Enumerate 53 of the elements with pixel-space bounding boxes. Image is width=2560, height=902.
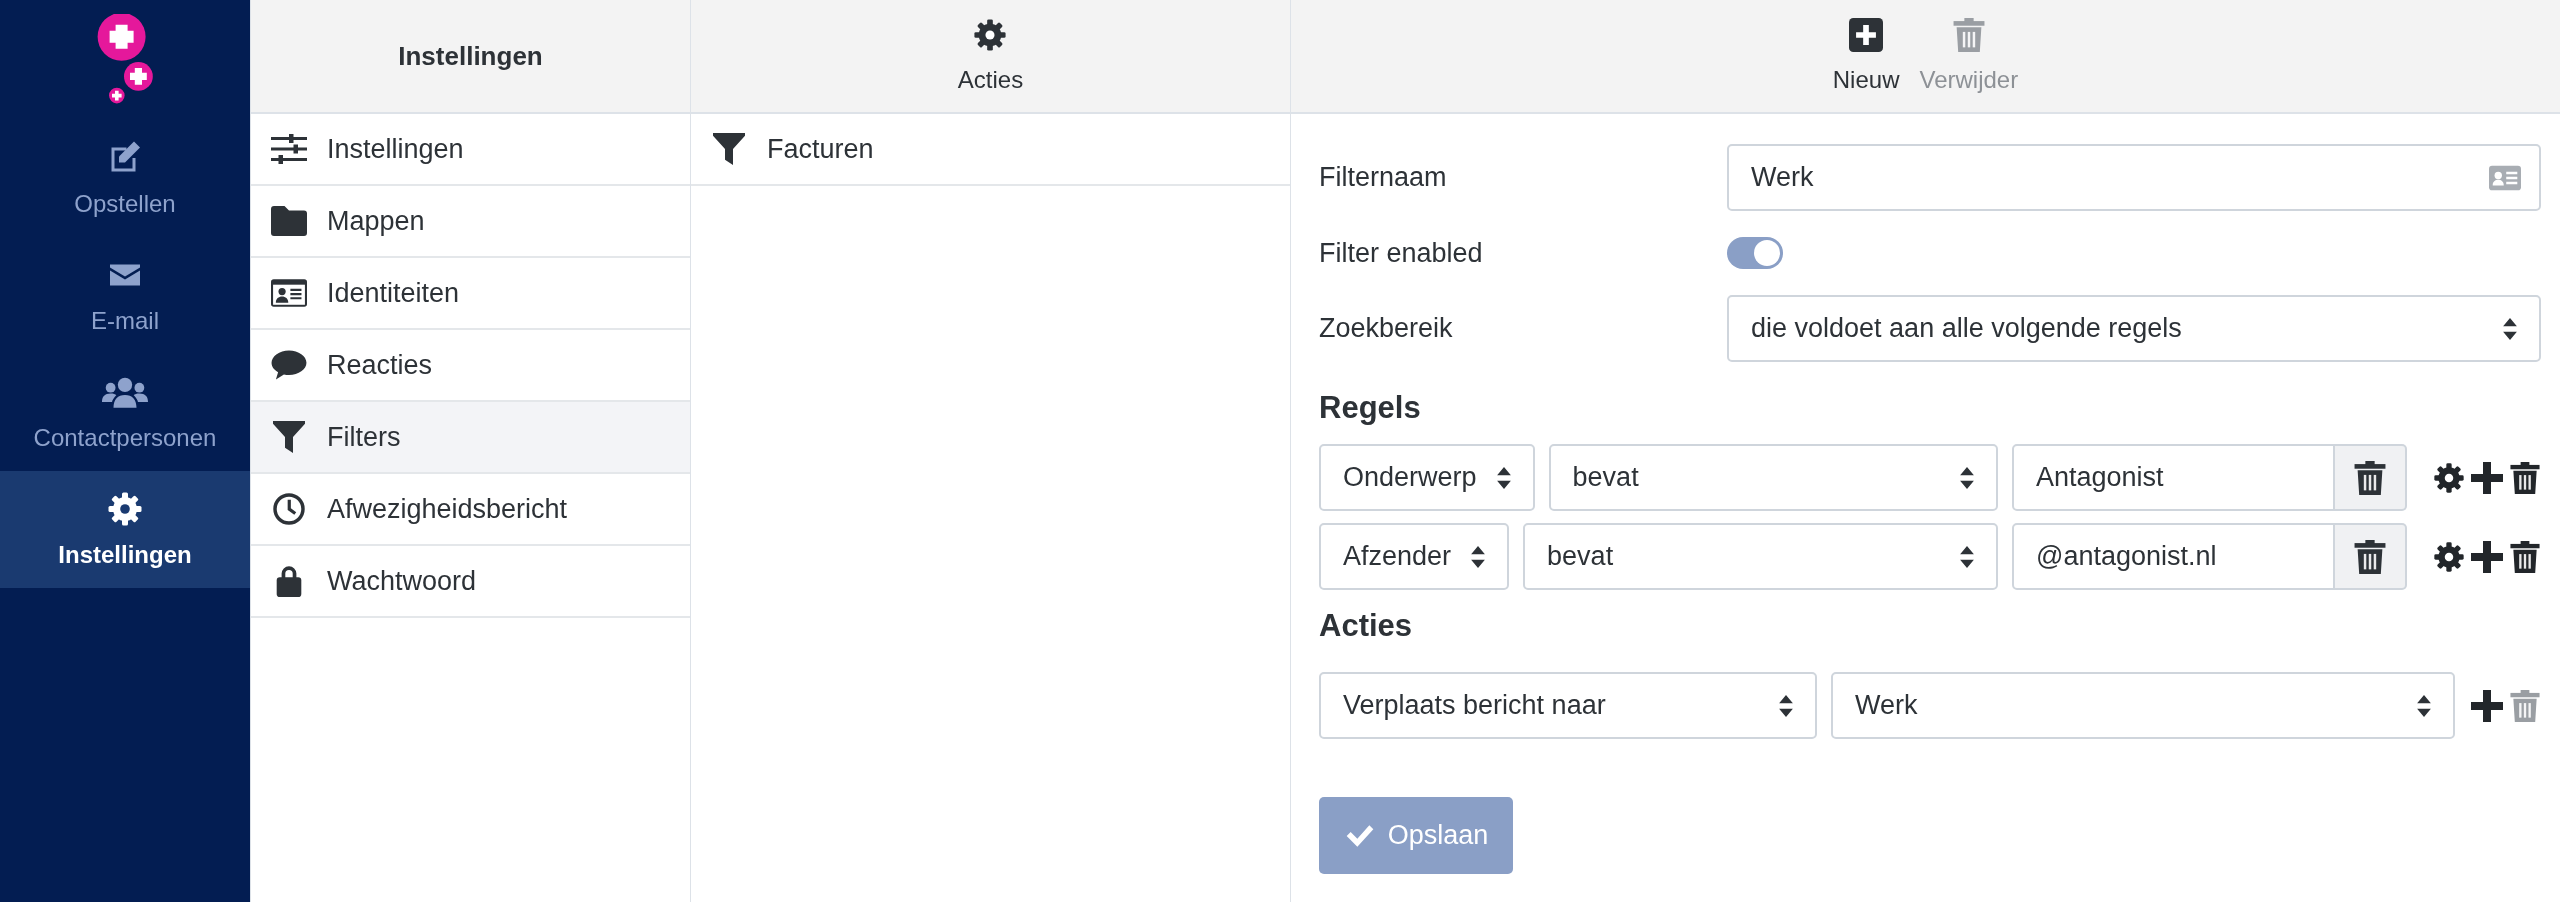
- gear-icon[interactable]: [2433, 540, 2465, 573]
- actions-button[interactable]: Acties: [951, 18, 1030, 94]
- plus-icon[interactable]: [2471, 540, 2503, 573]
- panel-title: Instellingen: [398, 40, 543, 72]
- trash-icon[interactable]: [2509, 461, 2541, 494]
- nav-item[interactable]: E-mail: [0, 237, 250, 354]
- trash-icon[interactable]: [2509, 540, 2541, 573]
- settings-item[interactable]: Filters: [251, 402, 690, 474]
- scope-select[interactable]: die voldoet aan alle volgende regels: [1727, 295, 2541, 362]
- field-select[interactable]: Onderwerp: [1319, 444, 1535, 511]
- operator-select[interactable]: bevat: [1523, 523, 1998, 590]
- sliders-icon: [271, 133, 307, 165]
- trash-icon[interactable]: [2353, 460, 2387, 495]
- sort-caret-icon: [1471, 545, 1486, 568]
- speech-bubble-icon: [271, 349, 307, 381]
- id-card-icon: [2489, 164, 2521, 191]
- id-card-icon: [271, 277, 307, 309]
- value-field[interactable]: @antagonist.nl: [2012, 523, 2335, 590]
- sort-caret-icon: [2503, 317, 2517, 340]
- plus-icon[interactable]: [2471, 689, 2503, 722]
- target-select[interactable]: Werk: [1831, 672, 2455, 739]
- value-field[interactable]: Antagonist: [2012, 444, 2335, 511]
- section-heading: Regels: [1319, 390, 1422, 426]
- gear-icon[interactable]: [2433, 461, 2465, 494]
- folder-icon: [271, 205, 307, 237]
- gear-icon[interactable]: [973, 18, 1008, 52]
- sort-caret-icon: [1496, 466, 1511, 489]
- toggle-switch[interactable]: [1727, 237, 1783, 269]
- plus-square-icon: [1849, 18, 1884, 52]
- delete-button[interactable]: [2335, 523, 2407, 590]
- filter-name-field[interactable]: Werk: [1727, 144, 2541, 211]
- gear-icon[interactable]: [106, 490, 144, 527]
- section-heading: Acties: [1319, 608, 1414, 644]
- filter-icon: [271, 421, 307, 453]
- plus-icon[interactable]: [2471, 461, 2503, 494]
- field-select[interactable]: Afzender: [1319, 523, 1510, 590]
- field-label: Zoekbereik: [1319, 313, 1454, 344]
- field-label: Filter enabled: [1319, 237, 1484, 269]
- trash-icon[interactable]: [2353, 539, 2387, 574]
- sort-caret-icon: [1960, 466, 1974, 489]
- clock-icon: [271, 493, 307, 525]
- nav-item[interactable]: Contactpersonen: [0, 354, 250, 471]
- field-label: Filternaam: [1319, 162, 1448, 193]
- nav-item[interactable]: Opstellen: [0, 120, 250, 237]
- new-button[interactable]: Nieuw: [1826, 18, 1906, 94]
- sort-caret-icon: [2417, 694, 2431, 717]
- nav-item[interactable]: Instellingen: [0, 471, 250, 588]
- operator-select[interactable]: bevat: [1548, 444, 1998, 511]
- filter-icon: [711, 133, 747, 165]
- sort-caret-icon: [1779, 694, 1793, 717]
- action-select[interactable]: Verplaats bericht naar: [1319, 672, 1817, 739]
- sort-caret-icon: [1960, 545, 1974, 568]
- delete-button[interactable]: [2335, 444, 2407, 511]
